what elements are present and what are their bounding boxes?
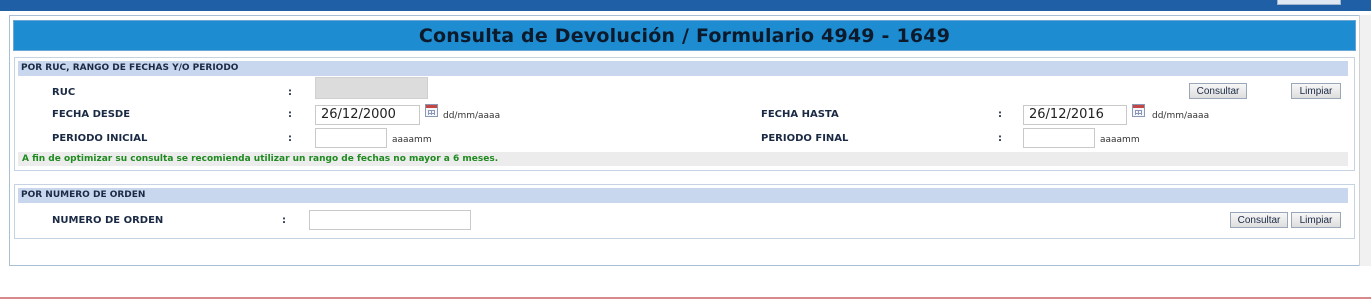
periodo-final-colon: : [998,133,1002,144]
calendar-icon[interactable] [1132,104,1145,117]
limpiar-button[interactable]: Limpiar [1291,83,1341,99]
periodo-final-format-hint: aaaamm [1100,135,1140,145]
numero-orden-colon: : [282,215,286,226]
section-ruc-fechas-periodo: POR RUC, RANGO DE FECHAS Y/O PERIODO RUC… [14,57,1355,171]
consultar-button[interactable]: Consultar [1189,83,1247,99]
fecha-hasta-format-hint: dd/mm/aaaa [1152,111,1210,121]
periodo-final-label: PERIODO FINAL [761,133,849,144]
bottom-divider [0,297,1371,299]
periodo-inicial-input[interactable] [315,128,387,148]
periodo-inicial-label: PERIODO INICIAL [52,133,148,144]
fecha-hasta-colon: : [998,109,1002,120]
page-title: Consulta de Devolución / Formulario 4949… [418,24,951,47]
periodo-inicial-format-hint: aaaamm [392,135,432,145]
fecha-hasta-input[interactable]: 26/12/2016 [1023,105,1127,125]
ruc-colon: : [288,87,292,98]
ruc-field[interactable] [315,77,428,99]
section-heading: POR NUMERO DE ORDEN [18,188,1348,203]
fecha-desde-label: FECHA DESDE [52,109,131,120]
vertical-scrollbar[interactable] [1359,15,1371,266]
limpiar-orden-button[interactable]: Limpiar [1291,212,1341,228]
fecha-hasta-label: FECHA HASTA [761,109,839,120]
date-range-notice: A fin de optimizar su consulta se recomi… [18,152,1348,166]
top-bar [0,0,1371,11]
page-title-bar: Consulta de Devolución / Formulario 4949… [13,20,1356,51]
fecha-desde-format-hint: dd/mm/aaaa [443,111,501,121]
section-heading: POR RUC, RANGO DE FECHAS Y/O PERIODO [18,61,1348,76]
periodo-final-input[interactable] [1023,128,1095,148]
numero-orden-input[interactable] [309,210,471,230]
fecha-desde-colon: : [288,109,292,120]
consultar-orden-button[interactable]: Consultar [1230,212,1288,228]
calendar-icon[interactable] [425,104,438,117]
top-bar-button[interactable] [1277,0,1341,5]
numero-orden-label: NUMERO DE ORDEN [52,215,164,226]
section-numero-orden: POR NUMERO DE ORDEN NUMERO DE ORDEN : Co… [14,184,1355,239]
periodo-inicial-colon: : [288,133,292,144]
fecha-desde-input[interactable]: 26/12/2000 [315,105,420,125]
ruc-label: RUC [52,87,76,98]
